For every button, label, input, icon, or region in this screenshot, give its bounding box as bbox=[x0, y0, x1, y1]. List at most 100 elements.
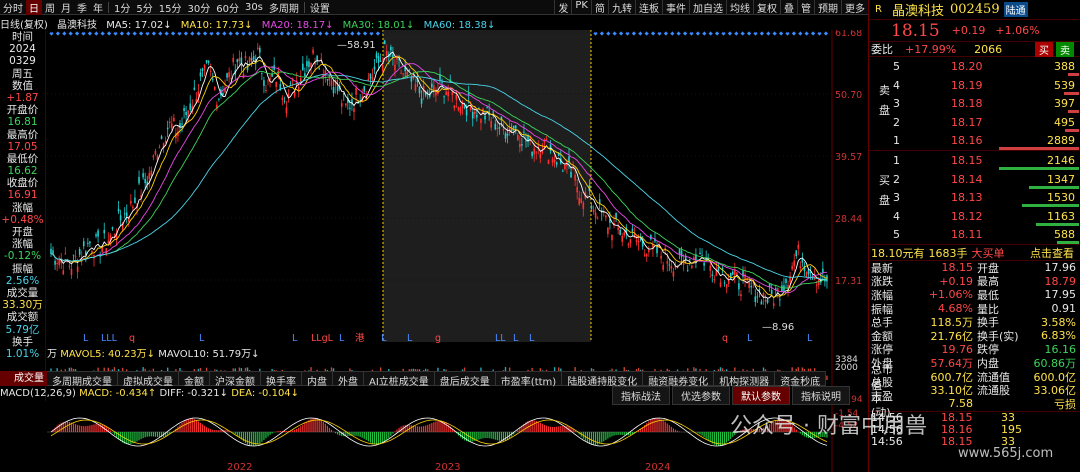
tool-button-2[interactable]: 简 bbox=[591, 0, 608, 15]
ask-volume: 2889 bbox=[1047, 134, 1075, 148]
active-indicator-tab[interactable]: 成交量 bbox=[0, 371, 47, 386]
period-tab-4[interactable]: 季 bbox=[74, 0, 90, 15]
candle-body bbox=[725, 284, 728, 288]
event-marker[interactable]: L bbox=[339, 333, 345, 344]
event-marker[interactable]: L bbox=[83, 333, 89, 344]
event-marker[interactable]: LLL bbox=[101, 333, 118, 344]
period-tab-8[interactable]: 15分 bbox=[156, 0, 185, 15]
indicator-tab-1[interactable]: 多周期成交量 bbox=[47, 372, 118, 388]
tool-button-9[interactable]: 叠 bbox=[780, 0, 797, 15]
period-tab-12[interactable]: 多周期 bbox=[266, 0, 302, 15]
sell-button[interactable]: 卖 bbox=[1056, 41, 1074, 57]
event-marker[interactable]: LLgL bbox=[311, 333, 334, 344]
period-tab-9[interactable]: 30分 bbox=[184, 0, 213, 15]
event-marker[interactable]: L bbox=[807, 333, 813, 344]
period-tab-13[interactable]: 设置 bbox=[307, 0, 333, 15]
event-marker[interactable]: g bbox=[435, 333, 441, 344]
candle-body bbox=[82, 241, 85, 247]
signal-diamond bbox=[222, 31, 227, 36]
event-marker[interactable]: 港 bbox=[355, 332, 365, 344]
period-tab-5[interactable]: 年 bbox=[90, 0, 106, 15]
tool-button-3[interactable]: 九转 bbox=[608, 0, 635, 15]
volume-unit: 万 bbox=[47, 349, 57, 360]
indicator-tab-4[interactable]: 沪深金额 bbox=[210, 372, 261, 388]
event-marker[interactable]: L bbox=[381, 333, 387, 344]
period-tab-0[interactable]: 分时 bbox=[0, 0, 26, 15]
indicator-tab-5[interactable]: 换手率 bbox=[261, 372, 302, 388]
tool-button-8[interactable]: 复权 bbox=[753, 0, 780, 15]
macd-tab-2[interactable]: 默认参数 bbox=[732, 386, 790, 405]
tool-button-7[interactable]: 均线 bbox=[726, 0, 753, 15]
event-marker[interactable]: L bbox=[199, 333, 205, 344]
ask-level-row[interactable]: 5 18.20 388 bbox=[869, 59, 1079, 76]
info-field-22: 33.30万 bbox=[2, 299, 43, 312]
candle-body bbox=[662, 264, 664, 270]
indicator-tab-3[interactable]: 金额 bbox=[179, 372, 210, 388]
event-marker[interactable]: L bbox=[407, 333, 413, 344]
event-marker[interactable]: L bbox=[747, 333, 753, 344]
indicator-tab-6[interactable]: 内盘 bbox=[302, 372, 333, 388]
candle-body bbox=[283, 100, 286, 102]
event-marker[interactable]: q bbox=[129, 333, 135, 344]
kline-chart[interactable]: 61.6850.7039.5728.4417.31—58.91—8.96L LLL… bbox=[47, 30, 868, 472]
candle-body bbox=[373, 66, 376, 70]
ask-level-row[interactable]: 3 18.18 397 bbox=[869, 96, 1079, 114]
macd-tab-3[interactable]: 指标说明 bbox=[792, 386, 850, 405]
period-tab-3[interactable]: 月 bbox=[58, 0, 74, 15]
candle-body bbox=[469, 106, 472, 111]
tool-button-5[interactable]: 事件 bbox=[662, 0, 689, 15]
bid-level-row[interactable]: 3 18.13 1530 bbox=[869, 190, 1079, 208]
large-order-row[interactable]: 18.10元有 1683手 大买单 点击查看 bbox=[869, 245, 1080, 261]
indicator-tab-10[interactable]: 市盈率(ttm) bbox=[496, 372, 563, 388]
indicator-tab-11[interactable]: 陆股通持股变化 bbox=[562, 372, 644, 388]
candle-body bbox=[78, 248, 81, 255]
period-toolbar: 分时日周月季年 1分 5分 15分 30分 60分 30s 多周期 设置 发 PK 简九转 连板 事件加… bbox=[0, 0, 868, 15]
tool-button-0[interactable]: 发 bbox=[554, 0, 571, 15]
macd-tab-1[interactable]: 优选参数 bbox=[672, 386, 730, 405]
event-marker[interactable]: q bbox=[722, 333, 728, 344]
bid-level-row[interactable]: 1 18.15 2146 bbox=[869, 153, 1079, 170]
quote-value: 18.15 bbox=[941, 261, 974, 275]
candle-body bbox=[205, 60, 208, 63]
period-tab-7[interactable]: 5分 bbox=[133, 0, 155, 15]
tool-button-10[interactable]: 管 bbox=[797, 0, 814, 15]
tool-button-12[interactable]: 更多 bbox=[841, 0, 868, 15]
indicator-tab-13[interactable]: 机构探测器 bbox=[714, 372, 776, 388]
bid-level-row[interactable]: 4 18.12 1163 bbox=[869, 209, 1079, 226]
event-marker[interactable]: L bbox=[529, 333, 535, 344]
candle-body bbox=[58, 259, 60, 265]
period-tab-1[interactable]: 日 bbox=[26, 0, 42, 15]
candle-body bbox=[510, 129, 513, 132]
bid-book: 买盘 1 18.15 2146 2 18.14 1347 3 18.13 1530 4 18.12 11… bbox=[869, 151, 1080, 245]
buy-button[interactable]: 买 bbox=[1035, 41, 1053, 57]
candle-body bbox=[805, 271, 808, 278]
ask-level-row[interactable]: 2 18.17 495 bbox=[869, 115, 1079, 132]
view-link[interactable]: 点击查看 bbox=[1030, 245, 1074, 261]
indicator-tab-9[interactable]: 盘后成交量 bbox=[435, 372, 496, 388]
bid-level-row[interactable]: 5 18.11 588 bbox=[869, 227, 1079, 245]
ask-level: 2 bbox=[893, 115, 900, 129]
indicator-tab-8[interactable]: AI立桩成交量 bbox=[364, 372, 435, 388]
period-tab-11[interactable]: 30s bbox=[242, 2, 266, 13]
period-tab-10[interactable]: 60分 bbox=[213, 0, 242, 15]
tool-button-6[interactable]: 加自选 bbox=[689, 0, 726, 15]
indicator-tab-2[interactable]: 虚拟成交量 bbox=[118, 372, 179, 388]
tool-button-1[interactable]: PK bbox=[571, 0, 591, 15]
bid-level-row[interactable]: 2 18.14 1347 bbox=[869, 172, 1079, 189]
candle-body bbox=[306, 61, 308, 67]
tool-button-11[interactable]: 预期 bbox=[814, 0, 841, 15]
candle-body bbox=[523, 131, 525, 133]
indicator-tab-7[interactable]: 外盘 bbox=[333, 372, 364, 388]
ask-level-row[interactable]: 4 18.19 539 bbox=[869, 78, 1079, 95]
event-marker[interactable]: L bbox=[292, 333, 298, 344]
indicator-tab-14[interactable]: 资金秒底 bbox=[775, 372, 827, 388]
indicator-tab-12[interactable]: 融资融券变化 bbox=[643, 372, 715, 388]
signal-diamond bbox=[196, 31, 201, 36]
macd-tab-0[interactable]: 指标战法 bbox=[612, 386, 670, 405]
ask-level-row[interactable]: 1 18.16 2889 bbox=[869, 133, 1079, 151]
event-marker[interactable]: L bbox=[513, 333, 519, 344]
period-tab-6[interactable]: 1分 bbox=[111, 0, 133, 15]
period-tab-2[interactable]: 周 bbox=[42, 0, 58, 15]
event-marker[interactable]: LL bbox=[495, 333, 506, 344]
tool-button-4[interactable]: 连板 bbox=[635, 0, 662, 15]
